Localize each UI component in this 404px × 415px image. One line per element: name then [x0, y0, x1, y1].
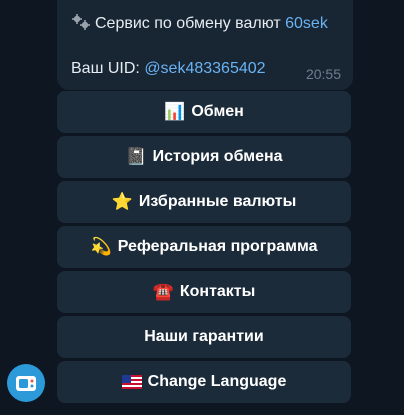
- notebook-icon: 📓: [125, 147, 147, 166]
- keyboard-button-guarantees[interactable]: Наши гарантии: [57, 316, 351, 358]
- button-label: Наши гарантии: [144, 328, 264, 345]
- dizzy-star-icon: 💫: [90, 237, 112, 256]
- keyboard-button-history[interactable]: 📓 История обмена: [57, 136, 351, 178]
- button-label: Реферальная программа: [117, 238, 318, 255]
- bar-chart-icon: 📊: [164, 102, 186, 121]
- button-label: Избранные валюты: [138, 193, 297, 210]
- bot-avatar[interactable]: [7, 364, 45, 402]
- keyboard-button-contacts[interactable]: ☎️ Контакты: [57, 271, 351, 313]
- message-uid-line: Ваш UID: @sek483365402: [71, 59, 341, 79]
- keyboard-button-referral[interactable]: 💫 Реферальная программа: [57, 226, 351, 268]
- button-label: Контакты: [179, 283, 256, 300]
- button-label: Обмен: [191, 103, 244, 120]
- bot-message: Сервис по обмену валют 60sek Ваш UID: @s…: [57, 0, 353, 90]
- uid-label: Ваш UID:: [71, 60, 140, 77]
- us-flag-icon: [121, 375, 142, 389]
- keyboard-button-favorites[interactable]: ⭐ Избранные валюты: [57, 181, 351, 223]
- message-time: 20:55: [305, 66, 341, 82]
- bot-logo-icon: [16, 376, 36, 391]
- button-label: История обмена: [152, 148, 283, 165]
- message-title-text: Сервис по обмену валют: [95, 15, 281, 32]
- message-title-line: Сервис по обмену валют 60sek: [71, 13, 341, 34]
- gears-icon: [71, 13, 91, 31]
- keyboard-button-exchange[interactable]: 📊 Обмен: [57, 91, 351, 133]
- chat-area: Сервис по обмену валют 60sek Ваш UID: @s…: [0, 0, 404, 415]
- star-icon: ⭐: [111, 192, 133, 211]
- keyboard-button-change-language[interactable]: Change Language: [57, 361, 351, 403]
- button-label: Change Language: [147, 373, 287, 390]
- service-link[interactable]: 60sek: [285, 15, 328, 32]
- telephone-icon: ☎️: [152, 282, 174, 301]
- uid-link[interactable]: @sek483365402: [144, 60, 265, 77]
